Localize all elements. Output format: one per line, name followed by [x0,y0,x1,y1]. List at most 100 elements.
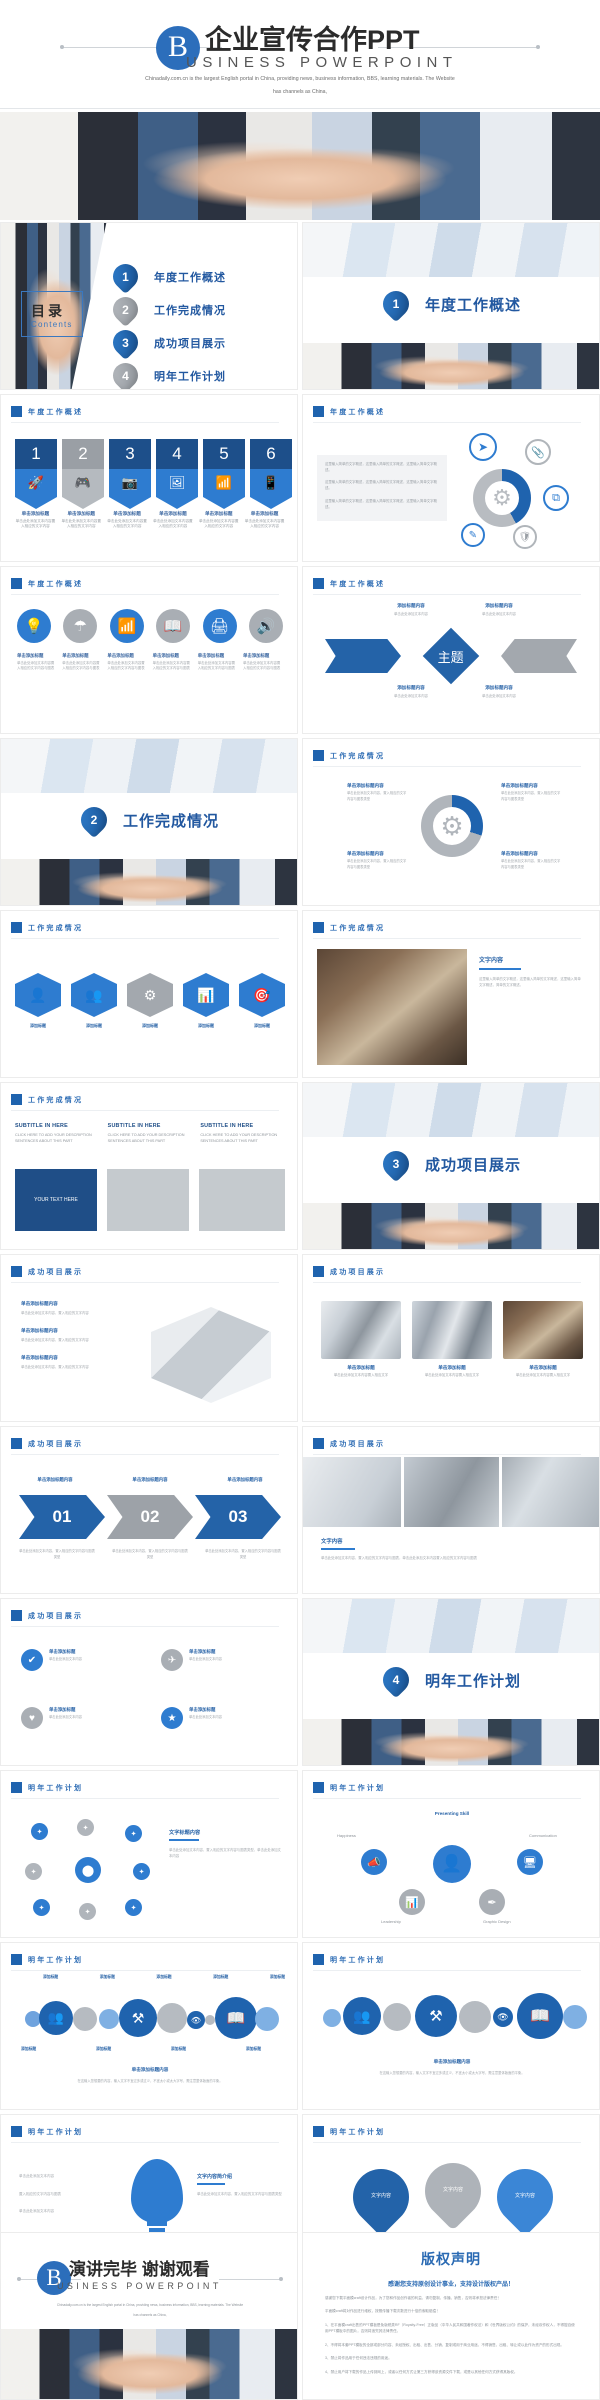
book-icon[interactable]: 📖 [156,609,191,643]
rocket-icon: 🚀 [15,469,57,497]
chart-icon[interactable]: 📊 [399,1889,425,1915]
flag-item[interactable]: 1 🚀 [15,439,57,509]
card-image-blue[interactable]: YOUR TEXT HERE [15,1169,97,1231]
slide-header: 明年工作计划 [11,1782,279,1799]
photo-card-3[interactable] [503,1301,583,1359]
toc-item[interactable]: 4 明年工作计划 [107,357,297,389]
person-label-2: Communication [529,1833,557,1838]
slide-header: 明年工作计划 [11,2126,279,2143]
slide-copyright[interactable]: 版权声明 感谢您支持原创设计事业，支持设计版权产品！ 感谢您下载平面模craft… [302,2232,600,2400]
bubble-eye-icon[interactable]: 👁 [187,2011,205,2029]
flag-caption-title: 单击添加标题 [204,511,233,516]
bubble-book-icon[interactable]: 📖 [517,1993,563,2039]
bubble-tools-icon[interactable]: ⚒ [119,1999,157,2037]
checklist-item-3[interactable]: ♥ 单击添加标题 单击此处添加文本内容 [21,1707,145,1729]
wifi-icon[interactable]: 📶 [109,609,144,643]
slide-section-2[interactable]: 2 工作完成情况 [0,738,298,906]
pin-marker-1[interactable]: 文字内容 [341,2157,421,2237]
target-icon[interactable]: 🎯 [239,973,285,1017]
arrow-step-2[interactable]: 02 [107,1495,193,1539]
pen-icon[interactable]: ✒ [479,1889,505,1915]
flag-item[interactable]: 4 🖼 [156,439,198,509]
users-icon[interactable]: 👥 [71,973,117,1017]
chevron-right[interactable] [501,639,577,673]
slide-numbered-flags[interactable]: 年度工作概述 1 🚀 2 🎮 3 📷 4 🖼 5 📶 6 📱 单击添加标题 单击此处添加文本内… [0,394,298,562]
arrow-step-3[interactable]: 03 [195,1495,281,1539]
section-heading: 2 工作完成情况 [1,801,297,839]
card[interactable]: SUBTITLE IN HERE CLICK HERE TO ADD YOUR … [108,1123,193,1144]
flag-item[interactable]: 6 📱 [250,439,292,509]
bubble-gray [459,2001,491,2033]
slide-round-icons[interactable]: 年度工作概述 💡 ☂ 📶 📖 🖨 🔊 单击添加标题 单击此处添加文本内容置入相应的… [0,566,298,734]
checklist-item-4[interactable]: ★ 单击添加标题 单击此处添加文本内容 [161,1707,285,1729]
printer-icon[interactable]: 🖨 [202,609,237,643]
card-image-gray-2[interactable] [199,1169,285,1231]
bubble-book-icon[interactable]: 📖 [215,1997,257,2039]
slide-section-4[interactable]: 4 明年工作计划 [302,1598,600,1766]
toc-item[interactable]: 2 工作完成情况 [107,291,297,328]
speaker-icon[interactable]: 🔊 [248,609,283,643]
flag-item[interactable]: 2 🎮 [62,439,104,509]
card[interactable]: SUBTITLE IN HERE CLICK HERE TO ADD YOUR … [200,1123,285,1144]
bubble-users-icon[interactable]: 👥 [343,1997,381,2035]
monitor-icon[interactable]: 🖥 [517,1849,543,1875]
slide-row: 成功项目展示 ✔ 单击添加标题 单击此处添加文本内容 ✈ 单击添加标题 单击此处… [0,1598,600,1766]
slide-gear-progress[interactable]: 工作完成情况 单击添加标题内容 单击此处添加文本内容，置入相应的文字内容与图表类… [302,738,600,906]
bubble-users-icon[interactable]: 👥 [39,2001,73,2035]
slide-mindmap[interactable]: 明年工作计划 ⬤ ✦ ✦ ✦ ✦ ✦ ✦ ✦ ✦ 文字标题内容 单击此处添加文本… [0,1770,298,1938]
checklist-item-2[interactable]: ✈ 单击添加标题 单击此处添加文本内容 [161,1649,285,1671]
bubble-tools-icon[interactable]: ⚒ [415,1995,457,2037]
bubble-eye-icon[interactable]: 👁 [493,2007,513,2027]
chevron-left[interactable] [325,639,401,673]
slide-section-3[interactable]: 3 成功项目展示 [302,1082,600,1250]
slide-subtitle-cards[interactable]: 工作完成情况 SUBTITLE IN HERE CLICK HERE TO AD… [0,1082,298,1250]
flag-item[interactable]: 5 📶 [203,439,245,509]
header-text: 明年工作计划 [330,2128,386,2136]
checklist-item-1[interactable]: ✔ 单击添加标题 单击此处添加文本内容 [21,1649,145,1671]
section-title: 成功项目展示 [424,1156,521,1174]
slide-thank-you[interactable]: B 演讲完毕 谢谢观看 USINESS POWERPOINT Chinadail… [0,2232,298,2400]
pin-marker-2[interactable]: 文字内容 [413,2151,493,2231]
flag-item[interactable]: 3 📷 [109,439,151,509]
umbrella-icon[interactable]: ☂ [63,609,98,643]
bulb-icon[interactable]: 💡 [17,609,51,643]
bubble-caption: 单击添加标题内容 在这输入您想要的内容，输入文字不宜过多或过少，不宜太小或太大字… [77,2067,223,2083]
slide-photo-cards[interactable]: 成功项目展示 单击添加标题 单击此处添加文本内容置入相应文字 单击添加标题 单击… [302,1254,600,1422]
slide-photo-text[interactable]: 工作完成情况 文字内容 这里输入简单的文字概述，这里输入简单的文字概述，这里输入… [302,910,600,1078]
slide-header: 工作完成情况 [313,922,581,939]
arrow-step-1[interactable]: 01 [19,1495,105,1539]
gear-icon[interactable]: ⚙ [127,973,173,1017]
slide-checklist[interactable]: 成功项目展示 ✔ 单击添加标题 单击此处添加文本内容 ✈ 单击添加标题 单击此处… [0,1598,298,1766]
copyright-title: 版权声明 [421,2251,481,2267]
slide-table-of-contents[interactable]: 目录 Contents 1 年度工作概述 2 工作完成情况 3 成功项目展示 4… [0,222,298,390]
header-text: 明年工作计划 [28,1784,84,1792]
slide-person-skills[interactable]: 明年工作计划 Presenting Skill 👤 📣 🖥 📊 ✒ Happin… [302,1770,600,1938]
slide-split-photo[interactable]: 成功项目展示 文字内容 单击此处添加文本内容，置入相应的文字内容与图表，单击此处… [302,1426,600,1594]
slide-cube[interactable]: 成功项目展示 单击添加标题内容 单击此处添加文本内容，置入相应的文字内容 单击添… [0,1254,298,1422]
thank-you-title: 演讲完毕 谢谢观看 [69,2260,210,2279]
section-photo-bottom [303,1719,599,1765]
header-square [11,2126,22,2137]
slide-hex-row[interactable]: 工作完成情况 👤 👥 ⚙ 📊 🎯 添加标题 添加标题 添加标题 添加标题 添加标… [0,910,298,1078]
toc-item[interactable]: 1 年度工作概述 [107,258,297,295]
slide-bubble-chart-alt[interactable]: 明年工作计划 👥 ⚒ 👁 📖 单击添加标题内容 在这输入您想要的内容，输入文字不… [302,1942,600,2110]
card-image-gray-1[interactable] [107,1169,189,1231]
user-icon[interactable]: 👤 [15,973,61,1017]
chart-icon[interactable]: 📊 [183,973,229,1017]
slide-gear-orbit[interactable]: 年度工作概述 这里输入简单的文字概述，这里输入简单的文字概述，这里输入简单文字概… [302,394,600,562]
icon-caption-body: 单击此处添加文本内容置入相应的文字内容与图表 [242,661,281,671]
pin-marker-3[interactable]: 文字内容 [485,2157,565,2237]
slide-section-1[interactable]: 1 年度工作概述 [302,222,600,390]
gamepad-icon: 🎮 [62,469,104,497]
slide-row: 年度工作概述 💡 ☂ 📶 📖 🖨 🔊 单击添加标题 单击此处添加文本内容置入相应的… [0,566,600,734]
toc-item[interactable]: 3 成功项目展示 [107,324,297,361]
photo-card-1[interactable] [321,1301,401,1359]
gear-icon: ⚙ [492,485,512,510]
megaphone-icon[interactable]: 📣 [361,1849,387,1875]
photo-card-2[interactable] [412,1301,492,1359]
slide-bubble-chart[interactable]: 明年工作计划 添加标题 添加标题 添加标题 添加标题 添加标题 👥 ⚒ 👁 📖 … [0,1942,298,2110]
photo-card-caption-1: 单击添加标题 单击此处添加文本内容置入相应文字 [333,1365,389,1377]
card[interactable]: SUBTITLE IN HERE CLICK HERE TO ADD YOUR … [15,1123,100,1144]
slide-chevron-diagram[interactable]: 年度工作概述 添加标题内容 单击此处添加文本内容 添加标题内容 单击此处添加文本… [302,566,600,734]
slide-arrow-steps[interactable]: 成功项目展示 单击添加标题内容 单击添加标题内容 单击添加标题内容 01 02 … [0,1426,298,1594]
